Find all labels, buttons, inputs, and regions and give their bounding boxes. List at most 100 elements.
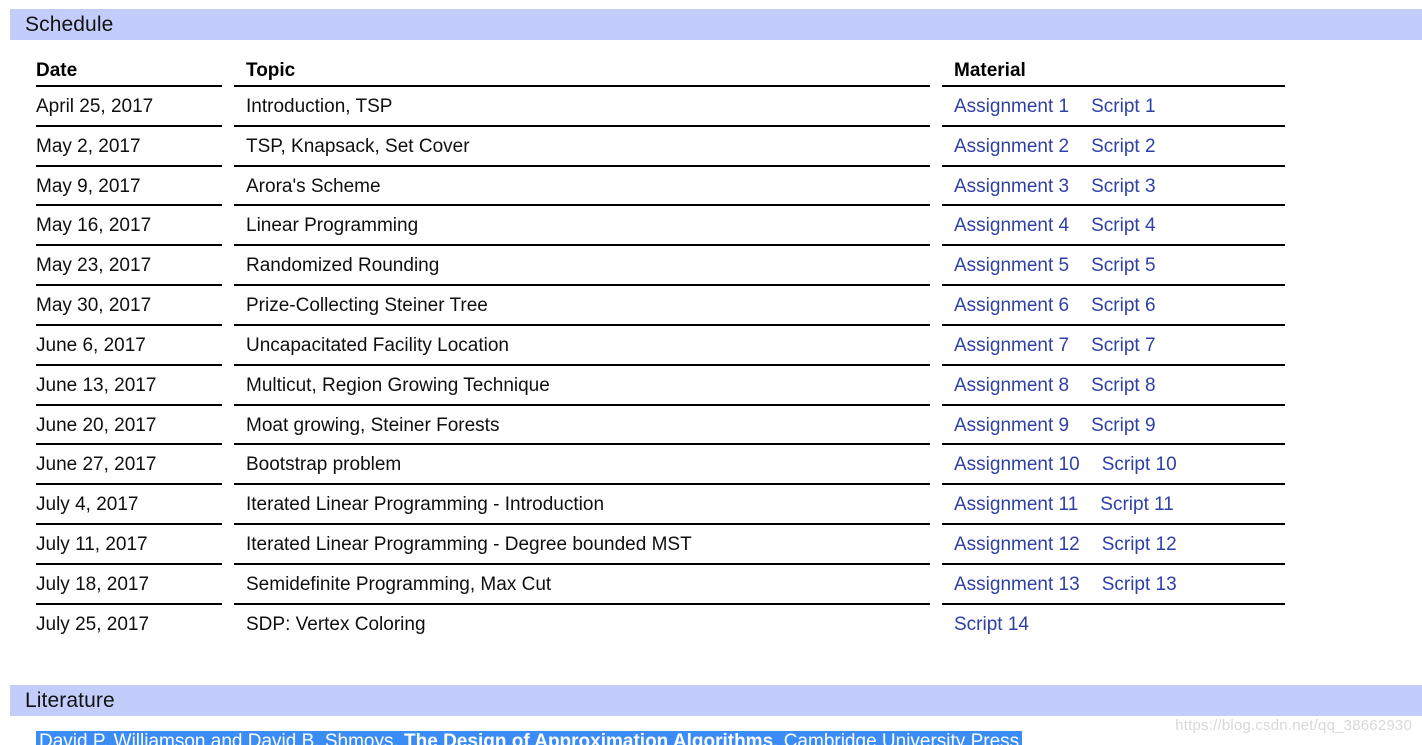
table-row: June 13, 2017 Multicut, Region Growing Te…	[36, 366, 1285, 406]
cell-topic-text: Iterated Linear Programming - Introducti…	[246, 494, 605, 516]
section-heading-schedule: Schedule	[10, 9, 1422, 40]
column-header-topic: Topic	[234, 60, 942, 87]
schedule-table-body: April 25, 2017 Introduction, TSP Assignmen…	[36, 87, 1285, 645]
table-row: June 27, 2017 Bootstrap problem Assignment…	[36, 445, 1285, 486]
material-link-script[interactable]: Script 9	[1091, 415, 1155, 437]
material-link-group: Assignment 8 Script 8	[954, 375, 1285, 397]
table-row: May 30, 2017 Prize-Collecting Steiner Tre…	[36, 286, 1285, 326]
cell-material: Assignment 9 Script 9	[942, 406, 1285, 446]
material-link-assignment[interactable]: Assignment 4	[954, 215, 1069, 237]
table-row: July 18, 2017 Semidefinite Programming, M…	[36, 565, 1285, 605]
material-link-script[interactable]: Script 5	[1091, 255, 1155, 277]
literature-title: The Design of Approximation Algorithms	[404, 731, 774, 745]
cell-material: Assignment 3 Script 3	[942, 167, 1285, 207]
cell-topic-text: Randomized Rounding	[246, 255, 440, 277]
cell-topic-text: Semidefinite Programming, Max Cut	[246, 573, 552, 595]
material-link-script[interactable]: Script 12	[1102, 534, 1177, 556]
material-link-group: Assignment 12 Script 12	[954, 534, 1285, 556]
material-link-group: Assignment 6 Script 6	[954, 295, 1285, 317]
cell-topic: Semidefinite Programming, Max Cut	[234, 565, 942, 605]
table-row: July 4, 2017 Iterated Linear Programming …	[36, 485, 1285, 525]
cell-date: April 25, 2017	[36, 87, 234, 127]
cell-material: Assignment 11 Script 11	[942, 485, 1285, 525]
material-link-assignment[interactable]: Assignment 10	[954, 454, 1080, 476]
cell-date: June 20, 2017	[36, 406, 234, 446]
material-links: Assignment 1 Script 1	[942, 96, 1285, 118]
cell-topic: Bootstrap problem	[234, 445, 942, 486]
material-links: Assignment 6 Script 6	[942, 295, 1285, 317]
material-link-assignment[interactable]: Assignment 12	[954, 534, 1080, 556]
literature-publisher: , Cambridge University Press	[773, 731, 1020, 745]
material-link-assignment[interactable]: Assignment 11	[954, 494, 1078, 516]
material-link-script[interactable]: Script 14	[954, 614, 1029, 636]
material-link-script[interactable]: Script 10	[1102, 454, 1177, 476]
cell-date: May 30, 2017	[36, 286, 234, 326]
cell-topic-text: Prize-Collecting Steiner Tree	[246, 295, 488, 317]
cell-topic: Linear Programming	[234, 206, 942, 247]
material-link-script[interactable]: Script 7	[1091, 335, 1155, 357]
material-link-group: Assignment 3 Script 3	[954, 176, 1285, 198]
cell-topic-text: Introduction, TSP	[246, 95, 393, 117]
cell-date: July 25, 2017	[36, 605, 234, 645]
material-links: Assignment 9 Script 9	[942, 415, 1285, 437]
material-link-script[interactable]: Script 13	[1102, 574, 1177, 596]
material-links: Assignment 4 Script 4	[942, 215, 1285, 237]
column-header-date-label: Date	[36, 60, 78, 81]
literature-authors: David P. Williamson and David B. Shmoys,	[39, 731, 399, 745]
material-link-assignment[interactable]: Assignment 2	[954, 136, 1069, 158]
table-row: July 11, 2017 Iterated Linear Programming…	[36, 525, 1285, 565]
watermark-text: https://blog.csdn.net/qq_38662930	[1175, 717, 1412, 734]
material-link-assignment[interactable]: Assignment 3	[954, 176, 1069, 198]
cell-date: June 27, 2017	[36, 445, 234, 486]
material-link-assignment[interactable]: Assignment 8	[954, 375, 1069, 397]
cell-material: Assignment 13 Script 13	[942, 565, 1285, 605]
cell-date-text: June 27, 2017	[36, 454, 157, 476]
material-link-script[interactable]: Script 3	[1091, 176, 1155, 198]
material-link-assignment[interactable]: Assignment 13	[954, 574, 1080, 596]
cell-date: June 13, 2017	[36, 366, 234, 406]
section-heading-literature: Literature	[10, 685, 1422, 716]
cell-material: Assignment 12 Script 12	[942, 525, 1285, 565]
schedule-table: Date Topic Material April 25, 2017 Introd…	[36, 60, 1285, 645]
material-links: Assignment 13 Script 13	[942, 574, 1285, 596]
table-row: May 16, 2017 Linear Programming Assignment…	[36, 206, 1285, 247]
table-row: July 25, 2017 SDP: Vertex Coloring Script …	[36, 605, 1285, 645]
cell-date: July 4, 2017	[36, 485, 234, 525]
material-link-script[interactable]: Script 6	[1091, 295, 1155, 317]
cell-topic: Randomized Rounding	[234, 246, 942, 286]
material-link-assignment[interactable]: Assignment 9	[954, 415, 1069, 437]
cell-material: Assignment 4 Script 4	[942, 206, 1285, 247]
material-link-script[interactable]: Script 1	[1091, 96, 1155, 118]
cell-date-text: June 13, 2017	[36, 374, 157, 396]
material-links: Script 14	[942, 614, 1285, 636]
material-links: Assignment 3 Script 3	[942, 176, 1285, 198]
column-header-material: Material	[942, 60, 1285, 87]
material-link-assignment[interactable]: Assignment 6	[954, 295, 1069, 317]
cell-date: May 23, 2017	[36, 246, 234, 286]
cell-material: Assignment 5 Script 5	[942, 246, 1285, 286]
material-link-assignment[interactable]: Assignment 7	[954, 335, 1069, 357]
cell-material: Assignment 6 Script 6	[942, 286, 1285, 326]
material-link-group: Script 14	[954, 614, 1285, 636]
cell-topic: Prize-Collecting Steiner Tree	[234, 286, 942, 326]
material-link-assignment[interactable]: Assignment 1	[954, 96, 1069, 118]
material-links: Assignment 10 Script 10	[942, 454, 1285, 476]
material-links: Assignment 12 Script 12	[942, 534, 1285, 556]
cell-date: July 18, 2017	[36, 565, 234, 605]
table-row: May 23, 2017 Randomized Rounding Assignmen…	[36, 246, 1285, 286]
material-link-script[interactable]: Script 4	[1091, 215, 1155, 237]
material-link-script[interactable]: Script 11	[1100, 494, 1174, 516]
cell-topic: Introduction, TSP	[234, 87, 942, 127]
cell-topic-text: TSP, Knapsack, Set Cover	[246, 135, 470, 157]
section-title-literature: Literature	[25, 689, 115, 712]
cell-topic: TSP, Knapsack, Set Cover	[234, 127, 942, 167]
material-link-script[interactable]: Script 8	[1091, 375, 1155, 397]
table-row: June 20, 2017 Moat growing, Steiner Fores…	[36, 406, 1285, 446]
cell-material: Assignment 8 Script 8	[942, 366, 1285, 406]
material-link-group: Assignment 2 Script 2	[954, 136, 1285, 158]
cell-date-text: July 18, 2017	[36, 573, 150, 595]
material-link-group: Assignment 4 Script 4	[954, 215, 1285, 237]
cell-date: July 11, 2017	[36, 525, 234, 565]
material-link-script[interactable]: Script 2	[1091, 136, 1155, 158]
material-link-assignment[interactable]: Assignment 5	[954, 255, 1069, 277]
